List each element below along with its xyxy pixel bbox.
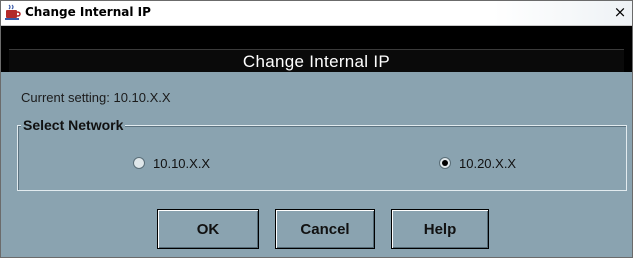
window-title: Change Internal IP bbox=[25, 5, 151, 19]
ok-button[interactable]: OK bbox=[157, 209, 259, 249]
header-banner: Change Internal IP bbox=[1, 26, 632, 72]
java-app-icon bbox=[5, 4, 21, 20]
header-title: Change Internal IP bbox=[242, 52, 391, 71]
radio-checked-icon[interactable] bbox=[439, 157, 451, 169]
select-network-legend: Select Network bbox=[21, 117, 126, 133]
select-network-group bbox=[17, 125, 627, 191]
current-setting-label: Current setting: 10.10.X.X bbox=[21, 90, 171, 105]
help-button[interactable]: Help bbox=[391, 209, 489, 249]
close-icon[interactable]: × bbox=[612, 4, 628, 20]
radio-label-10-10: 10.10.X.X bbox=[153, 155, 211, 171]
radio-option-10-20[interactable]: 10.20.X.X bbox=[439, 155, 516, 171]
radio-label-10-20: 10.20.X.X bbox=[459, 155, 517, 171]
cancel-button[interactable]: Cancel bbox=[275, 209, 375, 249]
header-title-bar: Change Internal IP bbox=[9, 49, 624, 72]
dialog-window: Change Internal IP × Change Internal IP … bbox=[0, 0, 633, 258]
title-bar[interactable]: Change Internal IP × bbox=[1, 1, 632, 26]
radio-option-10-10[interactable]: 10.10.X.X bbox=[133, 155, 210, 171]
radio-unchecked-icon[interactable] bbox=[133, 157, 145, 169]
